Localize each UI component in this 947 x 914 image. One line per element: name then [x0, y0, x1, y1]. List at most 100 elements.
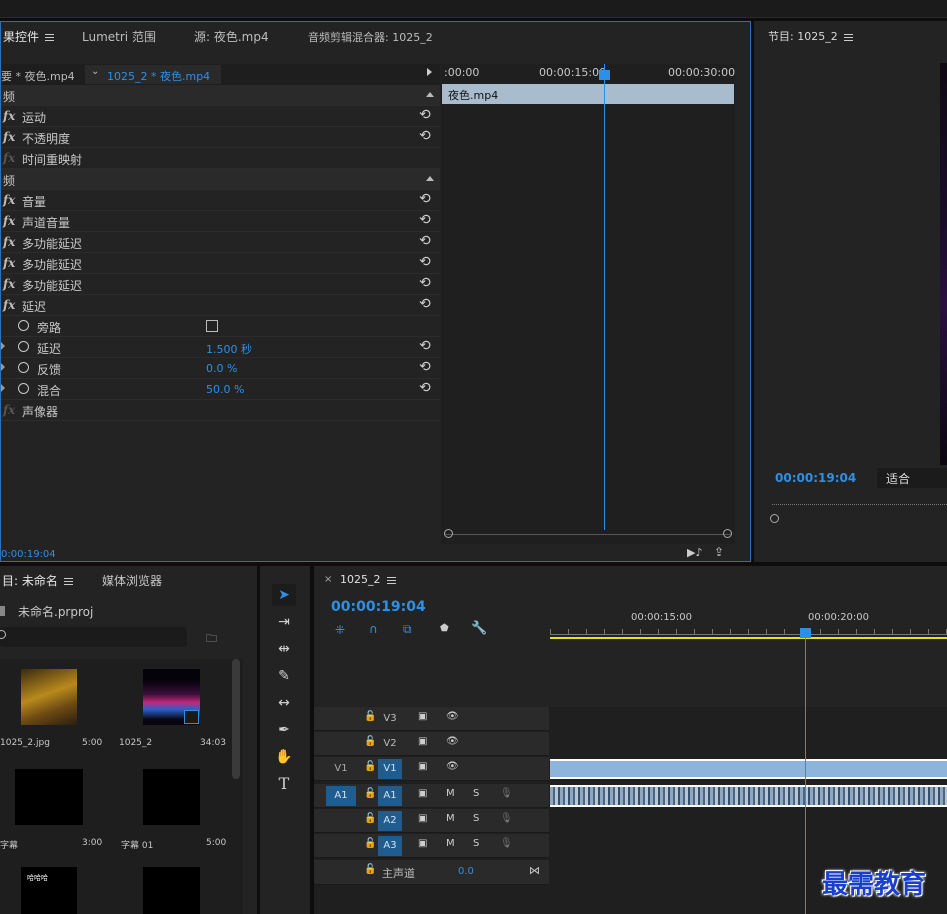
audio-clip[interactable]: [550, 785, 947, 807]
fx-icon[interactable]: fx: [3, 235, 15, 249]
fx-icon[interactable]: fx: [3, 130, 15, 144]
effect-row-opacity[interactable]: fx 不透明度 ⟲: [1, 127, 440, 148]
item-name[interactable]: 字幕 01: [121, 838, 153, 851]
feedback-value[interactable]: 0.0 %: [206, 362, 237, 375]
slip-tool-icon[interactable]: ↔: [272, 692, 296, 714]
bypass-checkbox[interactable]: [206, 320, 218, 332]
effect-controls-timeline[interactable]: :00:00 00:00:15:00 00:00:30:00 夜色.mp4: [441, 64, 735, 544]
effect-row-multitap-2[interactable]: fx 多功能延迟 ⟲: [1, 253, 440, 274]
sync-lock-icon[interactable]: ▣: [418, 838, 427, 849]
collapse-up-icon[interactable]: [426, 92, 434, 97]
playhead-handle[interactable]: [599, 70, 610, 80]
effect-row-panner[interactable]: fx 声像器: [1, 400, 440, 421]
panel-menu-icon[interactable]: [45, 34, 55, 41]
sync-lock-icon[interactable]: ▣: [418, 813, 427, 824]
reset-icon[interactable]: ⟲: [419, 338, 431, 354]
param-row-mix[interactable]: 混合 50.0 % ⟲: [1, 379, 440, 400]
track-header-a1[interactable]: A1 🔓 A1 ▣ M S 🎙: [314, 784, 549, 808]
microphone-icon[interactable]: 🎙: [500, 838, 513, 849]
param-row-delay[interactable]: 延迟 1.500 秒 ⟲: [1, 337, 440, 358]
microphone-icon[interactable]: 🎙: [500, 813, 513, 824]
video-section-header[interactable]: 频: [1, 85, 440, 106]
stopwatch-icon[interactable]: [18, 320, 29, 331]
sync-lock-icon[interactable]: ▣: [418, 761, 427, 772]
timeline-playhead-handle[interactable]: [800, 628, 811, 638]
lock-icon[interactable]: 🔓: [364, 788, 376, 799]
reset-icon[interactable]: ⟲: [419, 233, 431, 249]
track-header-v1[interactable]: V1 🔓 V1 ▣ 👁: [314, 757, 549, 781]
mix-value[interactable]: 50.0 %: [206, 383, 244, 396]
tab-project[interactable]: 目: 未命名: [2, 572, 73, 589]
fx-icon[interactable]: fx: [3, 214, 15, 228]
lock-icon[interactable]: 🔓: [364, 813, 376, 824]
reset-icon[interactable]: ⟲: [419, 296, 431, 312]
effect-row-multitap-3[interactable]: fx 多功能延迟 ⟲: [1, 274, 440, 295]
play-right-icon[interactable]: [427, 68, 432, 76]
thumbnail-image[interactable]: [21, 669, 77, 725]
lock-icon[interactable]: 🔓: [364, 761, 376, 772]
tab-media-browser[interactable]: 媒体浏览器: [102, 572, 162, 589]
timeline-ruler[interactable]: 00:00:15:00 00:00:20:00: [550, 606, 947, 636]
fx-icon[interactable]: fx: [3, 193, 15, 207]
fit-tracks-icon[interactable]: ⋈: [529, 864, 540, 877]
tab-source[interactable]: 源: 夜色.mp4: [194, 28, 269, 45]
program-video-frame[interactable]: [940, 63, 947, 465]
lock-icon[interactable]: 🔓: [364, 838, 376, 849]
program-scroll-handle[interactable]: [770, 514, 779, 523]
reset-icon[interactable]: ⟲: [419, 191, 431, 207]
reset-icon[interactable]: ⟲: [419, 254, 431, 270]
effect-row-multitap-1[interactable]: fx 多功能延迟 ⟲: [1, 232, 440, 253]
master-volume-value[interactable]: 0.0: [458, 866, 474, 877]
track-name[interactable]: A3: [378, 836, 402, 856]
lock-icon[interactable]: 🔓: [364, 864, 376, 875]
thumbnail-caption[interactable]: [15, 769, 83, 825]
tab-lumetri-scopes[interactable]: Lumetri 范围: [82, 28, 156, 45]
work-area-bar[interactable]: [550, 637, 947, 639]
sync-lock-icon[interactable]: ▣: [418, 711, 427, 722]
project-scrollbar[interactable]: [232, 659, 240, 779]
thumbnail-caption[interactable]: [143, 867, 200, 914]
scroll-handle-left[interactable]: [444, 529, 453, 538]
reset-icon[interactable]: ⟲: [419, 128, 431, 144]
hand-tool-icon[interactable]: ✋: [272, 746, 296, 768]
tab-sequence[interactable]: 1025_2: [340, 573, 396, 586]
play-audio-icon[interactable]: ▶♪: [687, 546, 702, 559]
panel-menu-icon[interactable]: [63, 578, 73, 585]
reset-icon[interactable]: ⟲: [419, 380, 431, 396]
stopwatch-icon[interactable]: [18, 341, 29, 352]
mute-button[interactable]: M: [446, 838, 455, 849]
effect-row-time-remap[interactable]: fx 时间重映射: [1, 148, 440, 169]
track-name[interactable]: V1: [378, 759, 402, 779]
track-header-v3[interactable]: 🔓 V3 ▣ 👁: [314, 707, 549, 731]
project-search-input[interactable]: [0, 627, 187, 647]
lock-icon[interactable]: 🔓: [364, 711, 376, 722]
timeline-timecode[interactable]: 00:00:19:04: [331, 599, 426, 615]
track-name[interactable]: V3: [378, 709, 402, 729]
audio-section-header[interactable]: 频: [1, 169, 440, 190]
sync-lock-icon[interactable]: ▣: [418, 736, 427, 747]
solo-button[interactable]: S: [473, 813, 479, 824]
item-name[interactable]: 1025_2.jpg: [0, 738, 50, 748]
program-title[interactable]: 节目: 1025_2: [768, 28, 853, 44]
linked-selection-icon[interactable]: ⧉: [403, 622, 412, 637]
panel-menu-icon[interactable]: [386, 576, 396, 584]
clip-selector-dropdown[interactable]: 1025_2 * 夜色.mp4: [85, 65, 221, 84]
item-name[interactable]: 字幕: [0, 838, 18, 851]
zoom-scrollbar[interactable]: [445, 534, 731, 542]
tab-audio-clip-mixer[interactable]: 音频剪辑混合器: 1025_2: [308, 29, 433, 45]
item-name[interactable]: 1025_2: [119, 738, 152, 748]
source-patch-v1[interactable]: V1: [326, 759, 356, 779]
mute-button[interactable]: M: [446, 788, 455, 799]
wrench-icon[interactable]: 🔧: [471, 621, 487, 636]
ripple-edit-tool-icon[interactable]: ⇹: [272, 638, 296, 660]
scroll-handle-right[interactable]: [723, 529, 732, 538]
track-header-v2[interactable]: 🔓 V2 ▣ 👁: [314, 732, 549, 756]
fx-icon[interactable]: fx: [3, 298, 15, 312]
solo-button[interactable]: S: [473, 838, 479, 849]
snap-magnet-icon[interactable]: ∩: [369, 622, 378, 636]
selection-tool-icon[interactable]: ➤: [272, 584, 296, 606]
type-tool-icon[interactable]: T: [272, 773, 296, 795]
reset-icon[interactable]: ⟲: [419, 275, 431, 291]
eye-icon[interactable]: 👁: [446, 711, 459, 722]
panel-menu-icon[interactable]: [843, 33, 853, 41]
